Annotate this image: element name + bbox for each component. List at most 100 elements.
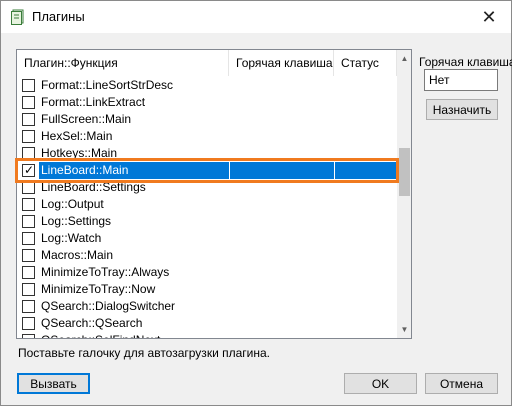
status-cell — [334, 111, 397, 128]
ok-button[interactable]: OK — [344, 373, 417, 394]
status-cell — [334, 281, 397, 298]
hotkey-cell — [229, 111, 334, 128]
list-item[interactable]: Macros::Main — [17, 247, 397, 264]
autoload-checkbox[interactable] — [22, 334, 35, 338]
close-icon[interactable]: ✕ — [467, 1, 511, 33]
autoload-hint: Поставьте галочку для автозагрузки плаги… — [18, 346, 270, 360]
plugin-function-name: Format::LinkExtract — [41, 95, 146, 109]
checkmark-icon: ✓ — [24, 163, 35, 177]
plugin-function-name: Format::LineSortStrDesc — [41, 78, 174, 92]
assign-button[interactable]: Назначить — [426, 99, 498, 120]
list-item[interactable]: ✓ LineBoard::Main — [17, 162, 397, 179]
plugins-dialog: Плагины ✕ Плагин::Функция Горячая клавиш… — [0, 0, 512, 406]
list-item[interactable]: Hotkeys::Main — [17, 145, 397, 162]
autoload-checkbox[interactable] — [22, 130, 35, 143]
status-cell — [334, 247, 397, 264]
hotkey-cell — [229, 213, 334, 230]
autoload-checkbox[interactable] — [22, 300, 35, 313]
list-item[interactable]: QSearch::DialogSwitcher — [17, 298, 397, 315]
scroll-down-icon[interactable]: ▼ — [397, 321, 411, 338]
autoload-checkbox[interactable] — [22, 96, 35, 109]
status-cell — [334, 77, 397, 94]
plugin-function-name: Log::Settings — [41, 214, 112, 228]
list-item[interactable]: MinimizeToTray::Always — [17, 264, 397, 281]
status-cell — [334, 128, 397, 145]
status-cell — [334, 94, 397, 111]
status-cell — [334, 213, 397, 230]
autoload-checkbox[interactable] — [22, 181, 35, 194]
autoload-checkbox[interactable] — [22, 232, 35, 245]
plugin-list[interactable]: Плагин::Функция Горячая клавиша Статус F… — [16, 49, 412, 339]
plugin-function-name: MinimizeToTray::Now — [41, 282, 156, 296]
status-cell — [334, 162, 397, 179]
list-item[interactable]: QSearch::SelFindNext — [17, 332, 397, 338]
hotkey-label: Горячая клавиша: — [419, 55, 512, 69]
hotkey-cell — [229, 145, 334, 162]
status-cell — [334, 196, 397, 213]
call-button[interactable]: Вызвать — [17, 373, 90, 394]
list-item[interactable]: Format::LineSortStrDesc — [17, 77, 397, 94]
hotkey-cell — [229, 77, 334, 94]
autoload-checkbox[interactable] — [22, 317, 35, 330]
scrollbar-thumb[interactable] — [399, 148, 410, 196]
vertical-scrollbar[interactable]: ▲ ▼ — [397, 50, 411, 338]
status-cell — [334, 332, 397, 338]
plugin-function-name: QSearch::SelFindNext — [39, 332, 162, 338]
plugin-function-name: QSearch::QSearch — [41, 316, 143, 330]
plugin-function-name: LineBoard::Settings — [41, 180, 146, 194]
hotkey-cell — [229, 179, 334, 196]
list-item[interactable]: Log::Settings — [17, 213, 397, 230]
list-item[interactable]: HexSel::Main — [17, 128, 397, 145]
autoload-checkbox[interactable] — [22, 79, 35, 92]
hotkey-cell — [229, 128, 334, 145]
cancel-button[interactable]: Отмена — [425, 373, 498, 394]
title-bar: Плагины ✕ — [1, 1, 511, 33]
column-header-status[interactable]: Статус — [334, 50, 397, 76]
hotkey-cell — [229, 281, 334, 298]
hotkey-cell — [229, 315, 334, 332]
plugin-function-name: LineBoard::Main — [39, 162, 229, 179]
list-header: Плагин::Функция Горячая клавиша Статус — [17, 50, 397, 76]
hotkey-cell — [229, 264, 334, 281]
autoload-checkbox[interactable] — [22, 249, 35, 262]
status-cell — [334, 298, 397, 315]
column-header-plugin[interactable]: Плагин::Функция — [17, 50, 229, 76]
list-item[interactable]: Log::Output — [17, 196, 397, 213]
status-cell — [334, 315, 397, 332]
status-cell — [334, 179, 397, 196]
hotkey-cell — [229, 332, 334, 338]
hotkey-cell — [229, 230, 334, 247]
autoload-checkbox[interactable] — [22, 113, 35, 126]
plugin-icon — [10, 9, 26, 25]
hotkey-cell — [229, 298, 334, 315]
autoload-checkbox[interactable] — [22, 147, 35, 160]
list-item[interactable]: LineBoard::Settings — [17, 179, 397, 196]
hotkey-cell — [229, 162, 334, 179]
hotkey-cell — [229, 94, 334, 111]
plugin-function-name: MinimizeToTray::Always — [41, 265, 170, 279]
autoload-checkbox[interactable]: ✓ — [22, 163, 35, 177]
status-cell — [334, 145, 397, 162]
hotkey-cell — [229, 247, 334, 264]
list-item[interactable]: FullScreen::Main — [17, 111, 397, 128]
column-header-hotkey[interactable]: Горячая клавиша — [229, 50, 334, 76]
autoload-checkbox[interactable] — [22, 198, 35, 211]
hotkey-cell — [229, 196, 334, 213]
status-cell — [334, 230, 397, 247]
status-cell — [334, 264, 397, 281]
autoload-checkbox[interactable] — [22, 283, 35, 296]
list-item[interactable]: QSearch::QSearch — [17, 315, 397, 332]
autoload-checkbox[interactable] — [22, 215, 35, 228]
autoload-checkbox[interactable] — [22, 266, 35, 279]
plugin-function-name: Macros::Main — [41, 248, 114, 262]
hotkey-field[interactable]: Нет — [424, 69, 498, 91]
window-title: Плагины — [32, 9, 85, 24]
list-item[interactable]: Format::LinkExtract — [17, 94, 397, 111]
list-rows: Format::LineSortStrDescFormat::LinkExtra… — [17, 77, 397, 338]
plugin-function-name: FullScreen::Main — [41, 112, 132, 126]
list-item[interactable]: MinimizeToTray::Now — [17, 281, 397, 298]
list-item[interactable]: Log::Watch — [17, 230, 397, 247]
plugin-function-name: HexSel::Main — [41, 129, 113, 143]
plugin-function-name: Hotkeys::Main — [41, 146, 118, 160]
scroll-up-icon[interactable]: ▲ — [397, 50, 411, 67]
